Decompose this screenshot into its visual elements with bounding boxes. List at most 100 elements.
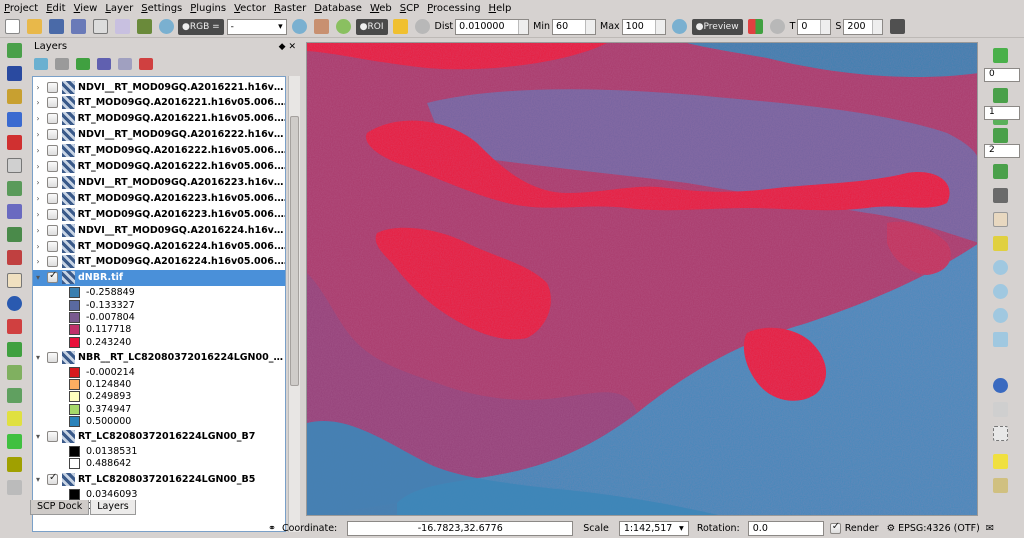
layer-visibility-checkbox[interactable] <box>47 224 58 236</box>
chevron-down-icon[interactable]: ▾ <box>33 432 43 441</box>
layer-visibility-checkbox[interactable] <box>47 129 58 141</box>
layer-row[interactable]: › NDVI__RT_MOD09GQ.A2016223.h16v… <box>33 174 285 190</box>
menu-view[interactable]: View <box>74 3 98 14</box>
measure-icon[interactable] <box>988 476 1012 494</box>
layer-row[interactable]: › RT_MOD09GQ.A2016223.h16v05.006.… <box>33 206 285 222</box>
select-rectangle-icon[interactable] <box>988 424 1012 442</box>
zoom-out-icon[interactable] <box>988 282 1012 300</box>
menu-raster[interactable]: Raster <box>274 3 306 14</box>
edit-pencil-icon[interactable] <box>4 477 24 497</box>
layer-row[interactable]: › NDVI__RT_MOD09GQ.A2016224.h16v… <box>33 222 285 238</box>
add-raster-icon[interactable] <box>4 431 24 451</box>
s-input[interactable]: 200 <box>843 18 884 35</box>
menu-scp[interactable]: SCP <box>400 3 419 14</box>
rgb-button[interactable]: ● RGB = <box>178 18 224 35</box>
tools-icon[interactable] <box>4 247 24 267</box>
classification-icon[interactable] <box>746 17 766 37</box>
identify-icon[interactable] <box>988 376 1012 394</box>
layer-visibility-checkbox[interactable] <box>47 176 58 188</box>
postprocessing-icon[interactable] <box>4 224 24 244</box>
zoom-image-icon[interactable] <box>156 17 176 37</box>
layer-visibility-checkbox[interactable] <box>47 472 58 485</box>
chevron-right-icon[interactable]: › <box>33 242 43 251</box>
layer-row[interactable]: › NDVI__RT_MOD09GQ.A2016222.h16v… <box>33 127 285 143</box>
chevron-down-icon[interactable]: ▾ <box>33 273 43 282</box>
chevron-right-icon[interactable]: › <box>33 130 43 139</box>
scatter-plot-icon[interactable] <box>4 201 24 221</box>
layer-row[interactable]: › RT_MOD09GQ.A2016222.h16v05.006.… <box>33 159 285 175</box>
remove-layer-icon[interactable] <box>139 58 153 70</box>
download-arrow-icon[interactable] <box>4 63 24 83</box>
zoom-classification-icon[interactable] <box>670 17 690 37</box>
user-manual-icon[interactable] <box>4 270 24 290</box>
layer-row[interactable]: ▾ RT_LC82080372016224LGN00_B5 <box>33 471 285 487</box>
next-band-1-button[interactable] <box>988 86 1012 104</box>
menu-database[interactable]: Database <box>314 3 362 14</box>
export-icon[interactable] <box>4 132 24 152</box>
save-as-icon[interactable] <box>68 17 88 37</box>
layer-visibility-checkbox[interactable] <box>47 270 58 284</box>
layer-visibility-checkbox[interactable] <box>46 256 58 268</box>
menu-project[interactable]: Project <box>4 3 38 14</box>
signature-plot-icon[interactable] <box>4 385 24 405</box>
menu-vector[interactable]: Vector <box>234 3 266 14</box>
tab-scp-dock[interactable]: SCP Dock <box>30 500 90 515</box>
more-tools-icon[interactable] <box>4 454 24 474</box>
collapse-all-icon[interactable] <box>118 58 132 70</box>
layer-visibility-checkbox[interactable] <box>46 97 58 109</box>
layer-visibility-checkbox[interactable] <box>47 431 58 443</box>
dist-input[interactable]: 0.010000 <box>455 18 530 35</box>
preprocessing-icon[interactable] <box>4 86 24 106</box>
pan-to-selection-icon[interactable] <box>988 234 1012 252</box>
t-input[interactable]: 0 <box>797 18 832 35</box>
layer-visibility-checkbox[interactable] <box>46 161 58 172</box>
coordinate-field[interactable]: -16.7823,32.6776 <box>347 521 574 536</box>
remove-temp-files-icon[interactable] <box>887 17 907 37</box>
preview-button[interactable]: ● Preview <box>691 18 743 35</box>
menu-web[interactable]: Web <box>370 3 392 14</box>
render-checkbox[interactable] <box>829 521 841 534</box>
layer-row[interactable]: › NDVI__RT_MOD09GQ.A2016221.h16v… <box>33 79 285 95</box>
menu-edit[interactable]: Edit <box>46 3 65 14</box>
layer-visibility-checkbox[interactable] <box>46 240 58 252</box>
settings-gear-icon[interactable] <box>4 293 24 313</box>
panel-controls[interactable]: ◆ ✕ <box>279 42 296 52</box>
layer-visibility-checkbox[interactable] <box>46 208 58 220</box>
apply-band-icon[interactable] <box>988 186 1012 204</box>
band-spin-3[interactable]: 2 <box>984 144 1020 158</box>
tab-layers[interactable]: Layers <box>90 500 136 515</box>
rgb-combo[interactable]: - ▾ <box>226 18 287 35</box>
layer-tree-scrollbar[interactable] <box>288 76 300 532</box>
zoom-in-icon[interactable] <box>988 258 1012 276</box>
menu-layer[interactable]: Layer <box>105 3 133 14</box>
layers-stack-icon[interactable] <box>4 40 24 60</box>
coordinate-toggle-icon[interactable]: ⚭ <box>268 523 276 534</box>
band-chart-icon[interactable] <box>4 316 24 336</box>
spectral-plot-icon[interactable] <box>4 178 24 198</box>
filter-icon[interactable] <box>76 58 90 70</box>
add-group-icon[interactable] <box>34 58 48 70</box>
layer-visibility-checkbox[interactable] <box>46 113 58 125</box>
menu-help[interactable]: Help <box>489 3 512 14</box>
zoom-layer-icon[interactable] <box>988 330 1012 348</box>
scp-image-icon[interactable] <box>134 17 154 37</box>
chevron-right-icon[interactable]: › <box>33 83 43 92</box>
chevron-right-icon[interactable]: › <box>33 257 43 266</box>
zoom-full-icon[interactable] <box>988 306 1012 324</box>
chevron-right-icon[interactable]: › <box>33 162 43 171</box>
chevron-down-icon[interactable]: ▾ <box>33 353 43 362</box>
layer-row[interactable]: › RT_MOD09GQ.A2016222.h16v05.006.… <box>33 143 285 159</box>
chevron-right-icon[interactable]: › <box>33 114 43 123</box>
band-set-icon[interactable] <box>4 109 24 129</box>
next-band-2-button[interactable] <box>988 126 1012 144</box>
histogram-icon[interactable] <box>4 339 24 359</box>
crs-globe-icon[interactable]: ⚙ <box>887 523 896 534</box>
layer-row[interactable]: ▾ RT_LC82080372016224LGN00_B7 <box>33 429 285 445</box>
layer-row[interactable]: ▾ dNBR.tif <box>33 269 285 286</box>
band-spin-2[interactable]: 1 <box>984 106 1020 120</box>
spectral-table-icon[interactable] <box>988 46 1012 64</box>
menu-processing[interactable]: Processing <box>427 3 480 14</box>
min-input[interactable]: 60 <box>552 18 597 35</box>
next-band-3-button[interactable] <box>988 162 1012 180</box>
scrollbar-thumb[interactable] <box>290 116 299 386</box>
